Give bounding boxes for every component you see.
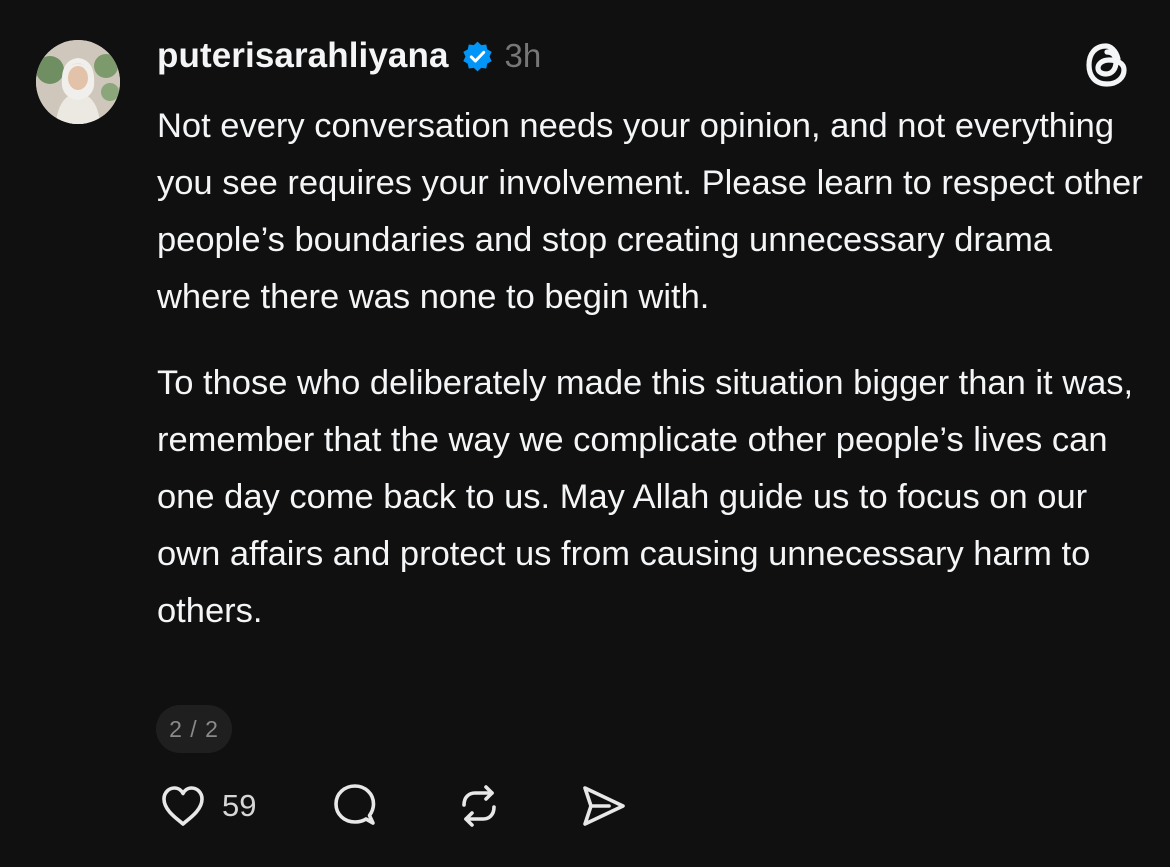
avatar[interactable] bbox=[36, 40, 120, 124]
post-text: Not every conversation needs your opinio… bbox=[157, 98, 1147, 640]
post-timestamp: 3h bbox=[504, 37, 542, 74]
reply-button[interactable] bbox=[328, 779, 382, 833]
threads-logo-icon[interactable] bbox=[1080, 38, 1134, 92]
heart-icon bbox=[157, 780, 209, 832]
post-paragraph: Not every conversation needs your opinio… bbox=[157, 107, 1143, 316]
profile-avatar bbox=[36, 40, 120, 124]
verified-badge-icon bbox=[461, 40, 494, 73]
repost-button[interactable] bbox=[452, 779, 506, 833]
share-button[interactable] bbox=[576, 779, 630, 833]
send-icon bbox=[576, 779, 630, 833]
like-count: 59 bbox=[222, 788, 257, 823]
username[interactable]: puterisarahliyana bbox=[157, 36, 449, 76]
page-indicator-badge: 2 / 2 bbox=[156, 705, 232, 753]
post-actions-bar: 59 bbox=[157, 778, 630, 834]
post-header: puterisarahliyana 3h bbox=[157, 34, 541, 78]
repost-icon bbox=[452, 779, 506, 833]
comment-icon bbox=[328, 779, 382, 833]
post-paragraph: To those who deliberately made this situ… bbox=[157, 364, 1134, 630]
like-button[interactable]: 59 bbox=[157, 780, 256, 832]
